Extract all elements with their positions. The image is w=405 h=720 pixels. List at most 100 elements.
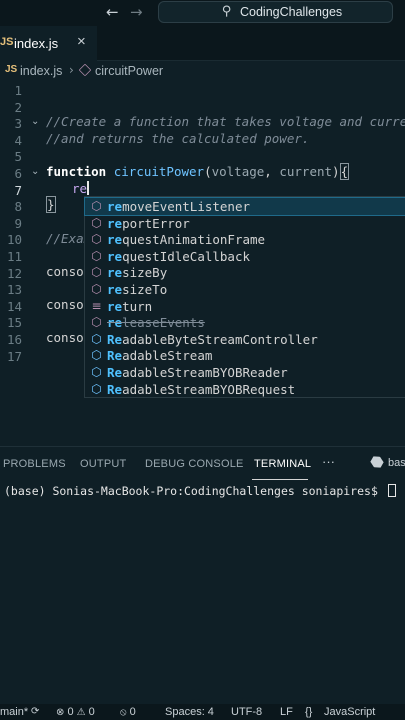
suggestion-match: re xyxy=(107,282,123,297)
line-number: 4 xyxy=(14,132,22,148)
suggestion-match: Re xyxy=(107,331,123,347)
line-number: 9 xyxy=(14,215,22,231)
breadcrumb-file[interactable]: index.js xyxy=(20,64,62,78)
symbol-method-icon: ⬡ xyxy=(91,199,102,213)
more-icon[interactable]: ··· xyxy=(322,454,335,469)
eol-indicator[interactable]: LF xyxy=(280,706,293,718)
suggestion-rest: turn xyxy=(122,298,153,314)
line-number: 14 xyxy=(6,298,22,314)
suggestion-label: releaseEvents xyxy=(107,315,205,330)
suggestion-rest: adableStream xyxy=(122,348,213,364)
suggestion-item[interactable]: ⬡ reportError xyxy=(85,215,405,232)
suggestion-rest: adableByteStreamController xyxy=(122,331,318,347)
breadcrumb: JS index.js › circuitPower xyxy=(0,61,405,81)
suggestion-item[interactable]: ⬡ ReadableStream xyxy=(85,347,405,364)
symbol-variable-icon: ⬡ xyxy=(91,381,102,396)
sync-icon[interactable]: ⟳ xyxy=(31,706,39,717)
suggestion-item[interactable]: ⬡ resizeTo xyxy=(85,281,405,298)
line-number: 17 xyxy=(6,348,22,364)
tab-terminal[interactable]: TERMINAL xyxy=(254,458,311,470)
tab-debug-console[interactable]: DEBUG CONSOLE xyxy=(145,458,244,470)
suggestion-rest: portError xyxy=(122,215,190,231)
line-number: 6 xyxy=(14,166,22,181)
error-icon: ⊗ xyxy=(56,707,65,718)
line-number: 7 xyxy=(14,182,22,198)
suggestion-match: re xyxy=(107,232,123,248)
function-name: circuitPower xyxy=(113,164,205,179)
indentation-indicator[interactable]: Spaces: 4 xyxy=(165,706,214,718)
title-bar: ← → ⚲ CodingChallenges xyxy=(0,0,405,26)
suggestion-item[interactable]: ⬡ requestIdleCallback xyxy=(85,248,405,265)
suggestion-rest: questIdleCallback xyxy=(122,248,250,264)
tab-problems[interactable]: PROBLEMS xyxy=(3,458,66,470)
terminal-shell-icon xyxy=(369,454,385,470)
suggestion-item[interactable]: ⬡ ReadableStreamBYOBReader xyxy=(85,364,405,381)
open-brace: { xyxy=(339,163,350,180)
line-number: 12 xyxy=(6,265,22,281)
suggestion-match: re xyxy=(107,265,123,281)
param-separator: , xyxy=(264,164,280,179)
text-cursor xyxy=(87,181,90,195)
javascript-file-icon: JS xyxy=(5,64,18,75)
autocomplete-suggestions[interactable]: ⬡ removeEventListener ⬡ reportError ⬡ request… xyxy=(84,196,405,398)
search-icon: ⚲ xyxy=(222,4,232,19)
suggestion-item[interactable]: ⬡ ReadableByteStreamController xyxy=(85,331,405,348)
chevron-down-icon[interactable]: ⌄ xyxy=(31,116,39,127)
suggestion-rest: questAnimationFrame xyxy=(122,232,266,248)
symbol-method-icon: ⬡ xyxy=(91,282,102,296)
braces-icon[interactable]: {} xyxy=(305,706,312,718)
symbol-method-icon: ⬡ xyxy=(91,248,102,263)
language-indicator[interactable]: JavaScript xyxy=(324,706,375,718)
terminal-shell-label[interactable]: bas xyxy=(388,457,405,469)
chevron-down-icon[interactable]: ⌄ xyxy=(31,166,39,177)
line-number: 5 xyxy=(14,149,22,165)
tab-index-js[interactable]: JS index.js × xyxy=(0,26,97,61)
code-line-4: //and returns the calculated power. xyxy=(46,131,310,146)
line-number: 1 xyxy=(14,83,22,98)
code-line-6: function circuitPower(voltage, current){ xyxy=(46,163,350,180)
command-center-label: CodingChallenges xyxy=(240,5,343,19)
param-voltage: voltage xyxy=(211,164,265,179)
suggestion-match: Re xyxy=(107,348,123,364)
suggestion-item[interactable]: ⬡ resizeBy xyxy=(85,264,405,281)
problems-indicator[interactable]: ⊗ 0 ⚠ 0 xyxy=(56,706,95,718)
ports-indicator[interactable]: ⦸ 0 xyxy=(120,706,136,718)
suggestion-label: resizeBy xyxy=(107,265,167,280)
suggestion-match: re xyxy=(107,315,123,331)
line-number: 11 xyxy=(6,249,22,264)
line-number: 15 xyxy=(6,315,22,331)
line-number: 10 xyxy=(6,232,22,248)
terminal-prompt[interactable]: (base) Sonias-MacBook-Pro:CodingChalleng… xyxy=(4,484,396,498)
branch-indicator[interactable]: main* xyxy=(0,706,28,718)
suggestion-item[interactable]: ⬡ removeEventListener xyxy=(84,197,405,216)
symbol-function-icon xyxy=(78,63,92,77)
breadcrumb-symbol[interactable]: circuitPower xyxy=(95,64,163,78)
suggestion-label: removeEventListener xyxy=(107,199,250,214)
suggestion-item[interactable]: ⬡ ReadableStreamBYOBRequest xyxy=(85,381,405,398)
suggestion-item[interactable]: ⬡ requestAnimationFrame xyxy=(85,231,405,248)
suggestion-label: ReadableStreamBYOBRequest xyxy=(107,382,295,397)
param-current: current xyxy=(279,164,333,179)
keyword-function: function xyxy=(46,164,107,179)
ports-icon: ⦸ xyxy=(120,707,127,718)
terminal-prompt-text: (base) Sonias-MacBook-Pro:CodingChalleng… xyxy=(4,484,385,498)
arrow-right-icon[interactable]: → xyxy=(130,3,143,21)
symbol-variable-icon: ⬡ xyxy=(91,348,102,363)
line-number: 2 xyxy=(14,99,22,115)
tab-output[interactable]: OUTPUT xyxy=(80,458,126,470)
encoding-indicator[interactable]: UTF-8 xyxy=(231,706,262,718)
close-icon[interactable]: × xyxy=(77,33,86,50)
close-paren: ) xyxy=(332,164,340,179)
suggestion-rest: adableStreamBYOBReader xyxy=(122,365,288,380)
suggestion-label: return xyxy=(107,299,152,314)
suggestion-label: ReadableStreamBYOBReader xyxy=(107,365,288,380)
status-bar: main* ⟳ ⊗ 0 ⚠ 0 ⦸ 0 Spaces: 4 UTF-8 LF {… xyxy=(0,704,405,720)
code-line-7: re xyxy=(72,181,90,196)
command-center[interactable]: ⚲ CodingChallenges xyxy=(158,1,393,23)
arrow-left-icon[interactable]: ← xyxy=(106,3,119,21)
suggestion-label: requestAnimationFrame xyxy=(107,232,265,247)
suggestion-item[interactable]: ≡ return xyxy=(85,298,405,315)
code-line-8: } xyxy=(46,196,56,213)
symbol-variable-icon: ⬡ xyxy=(91,365,102,379)
suggestion-item[interactable]: ⬡ releaseEvents xyxy=(85,314,405,331)
